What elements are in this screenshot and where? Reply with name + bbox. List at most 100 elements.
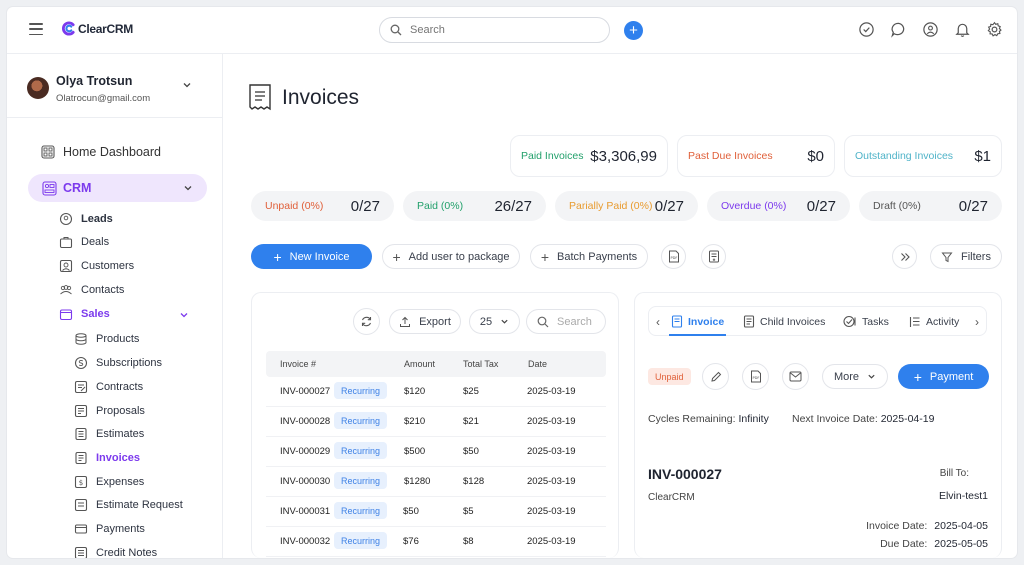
logo-icon bbox=[61, 21, 75, 36]
tab-label: Child Invoices bbox=[760, 315, 826, 328]
table-row[interactable]: INV-000031 Recurring $50 $5 2025-03-19 bbox=[266, 497, 606, 527]
bell-icon[interactable] bbox=[954, 21, 971, 38]
sidebar-item-home-dashboard[interactable]: Home Dashboard bbox=[41, 145, 161, 159]
deals-icon bbox=[59, 237, 73, 249]
button-label: Filters bbox=[961, 250, 991, 263]
table-row[interactable]: INV-000029 Recurring $500 $50 2025-03-19 bbox=[266, 437, 606, 467]
filter-paid[interactable]: Paid (0%) 26/27 bbox=[403, 191, 546, 221]
global-search[interactable] bbox=[379, 17, 610, 43]
plus-icon: + bbox=[540, 248, 550, 265]
quick-add-button[interactable]: + bbox=[624, 21, 643, 40]
sidebar-item-contacts[interactable]: Contacts bbox=[59, 283, 124, 297]
sidebar-item-subscriptions[interactable]: Subscriptions bbox=[74, 356, 162, 370]
tabs-next-icon[interactable]: › bbox=[975, 315, 979, 329]
filter-draft[interactable]: Draft (0%) 0/27 bbox=[859, 191, 1002, 221]
table-search[interactable]: Search bbox=[526, 309, 606, 334]
invoice-page-icon bbox=[249, 84, 271, 111]
sidebar-item-estimate-request[interactable]: Estimate Request bbox=[74, 498, 183, 512]
add-payment-button[interactable]: + Payment bbox=[898, 364, 989, 389]
import-invoice-button[interactable] bbox=[701, 244, 726, 269]
pill-value: 26/27 bbox=[494, 197, 532, 215]
dollar-icon bbox=[74, 356, 88, 370]
export-button[interactable]: Export bbox=[389, 309, 461, 334]
sidebar-item-deals[interactable]: Deals bbox=[59, 235, 109, 249]
tab-invoice[interactable]: Invoice bbox=[671, 315, 724, 328]
button-label: Export bbox=[419, 315, 451, 328]
sidebar-item-label: Products bbox=[96, 333, 140, 345]
table-row[interactable]: INV-000027 Recurring $120 $25 2025-03-19 bbox=[266, 377, 606, 407]
stat-outstanding-invoices[interactable]: Outstanding Invoices $1 bbox=[844, 135, 1002, 177]
page-size-select[interactable]: 25 bbox=[469, 309, 520, 334]
sidebar-item-sales[interactable]: Sales bbox=[59, 307, 110, 321]
sidebar-item-invoices[interactable]: Invoices bbox=[74, 451, 140, 465]
column-header-date[interactable]: Date bbox=[528, 359, 547, 369]
sidebar-item-expenses[interactable]: $ Expenses bbox=[74, 475, 144, 489]
download-pdf-button[interactable]: PDF bbox=[742, 363, 769, 390]
sidebar-item-contracts[interactable]: Contracts bbox=[74, 380, 143, 394]
stat-label: Paid Invoices bbox=[521, 150, 584, 162]
avatar bbox=[27, 77, 49, 99]
filter-unpaid[interactable]: Unpaid (0%) 0/27 bbox=[251, 191, 394, 221]
batch-payments-button[interactable]: + Batch Payments bbox=[530, 244, 648, 269]
stat-paid-invoices[interactable]: Paid Invoices $3,306,99 bbox=[510, 135, 668, 177]
filter-overdue[interactable]: Overdue (0%) 0/27 bbox=[707, 191, 850, 221]
tab-tasks[interactable]: Tasks bbox=[843, 315, 889, 328]
new-invoice-button[interactable]: + New Invoice bbox=[251, 244, 372, 269]
table-row[interactable]: INV-000028 Recurring $210 $21 2025-03-19 bbox=[266, 407, 606, 437]
sidebar-item-products[interactable]: Products bbox=[74, 332, 139, 346]
chevron-down-icon[interactable] bbox=[182, 80, 192, 90]
stat-label: Outstanding Invoices bbox=[855, 150, 954, 162]
more-actions-button[interactable]: More bbox=[822, 364, 888, 389]
sidebar-item-estimates[interactable]: Estimates bbox=[74, 427, 144, 441]
tab-child-invoices[interactable]: Child Invoices bbox=[743, 315, 825, 328]
recurring-badge: Recurring bbox=[334, 382, 388, 399]
detail-tabs: ‹ Invoice Child Invoices Tasks Activity bbox=[648, 306, 987, 336]
chevron-down-icon[interactable] bbox=[179, 310, 189, 320]
contracts-icon bbox=[74, 380, 88, 394]
tab-activity[interactable]: Activity bbox=[909, 315, 959, 328]
collapse-panel-button[interactable] bbox=[892, 244, 917, 269]
export-pdf-button[interactable]: PDF bbox=[661, 244, 686, 269]
filters-button[interactable]: Filters bbox=[930, 244, 1002, 269]
table-row[interactable]: INV-000032 Recurring $76 $8 2025-03-19 bbox=[266, 527, 606, 557]
column-header-invoice[interactable]: Invoice # bbox=[280, 359, 316, 369]
chat-icon[interactable] bbox=[890, 21, 907, 38]
tabs-prev-icon[interactable]: ‹ bbox=[656, 315, 660, 329]
button-label: Batch Payments bbox=[557, 250, 638, 263]
cell-amount: $120 bbox=[404, 386, 426, 397]
column-header-amount[interactable]: Amount bbox=[404, 359, 435, 369]
hamburger-menu-icon[interactable] bbox=[29, 23, 43, 35]
gear-icon[interactable] bbox=[986, 21, 1003, 38]
page-title: Invoices bbox=[282, 86, 360, 109]
sidebar-item-leads[interactable]: Leads bbox=[59, 212, 113, 226]
sidebar-item-credit-notes[interactable]: Credit Notes bbox=[74, 546, 157, 558]
check-circle-icon[interactable] bbox=[858, 21, 875, 38]
refresh-button[interactable] bbox=[353, 308, 380, 335]
edit-invoice-button[interactable] bbox=[702, 363, 729, 390]
app-logo[interactable]: ClearCRM bbox=[61, 21, 133, 36]
column-header-total-tax[interactable]: Total Tax bbox=[463, 359, 498, 369]
invoice-detail-panel: ‹ Invoice Child Invoices Tasks Activity bbox=[634, 292, 1002, 558]
cell-total-tax: $128 bbox=[463, 476, 485, 487]
sidebar-item-customers[interactable]: Customers bbox=[59, 259, 134, 273]
sidebar-item-label: Deals bbox=[81, 236, 110, 248]
sidebar-item-payments[interactable]: Payments bbox=[74, 522, 145, 536]
sidebar-item-crm[interactable]: CRM bbox=[28, 174, 207, 202]
table-row[interactable]: INV-000030 Recurring $1280 $128 2025-03-… bbox=[266, 467, 606, 497]
sidebar-item-proposals[interactable]: Proposals bbox=[74, 404, 145, 418]
sidebar-item-label: Invoices bbox=[96, 452, 141, 464]
filter-partially-paid[interactable]: Parially Paid (0%) 0/27 bbox=[555, 191, 698, 221]
global-search-input[interactable] bbox=[410, 24, 590, 36]
cell-invoice-number: INV-000032 bbox=[280, 536, 331, 547]
cell-date: 2025-03-19 bbox=[527, 476, 576, 487]
support-icon[interactable] bbox=[922, 21, 939, 38]
add-user-to-package-button[interactable]: + Add user to package bbox=[382, 244, 520, 269]
pill-label: Unpaid (0%) bbox=[265, 200, 324, 212]
due-date: Due Date: 2025-05-05 bbox=[880, 538, 988, 550]
stat-past-due-invoices[interactable]: Past Due Invoices $0 bbox=[677, 135, 835, 177]
cell-invoice-number: INV-000030 bbox=[280, 476, 331, 487]
email-invoice-button[interactable] bbox=[782, 363, 809, 390]
user-profile[interactable]: Olya Trotsun Olatrocun@gmail.com bbox=[27, 70, 217, 110]
next-invoice-date: Next Invoice Date: 2025-04-19 bbox=[792, 413, 934, 425]
mail-icon bbox=[789, 371, 802, 382]
